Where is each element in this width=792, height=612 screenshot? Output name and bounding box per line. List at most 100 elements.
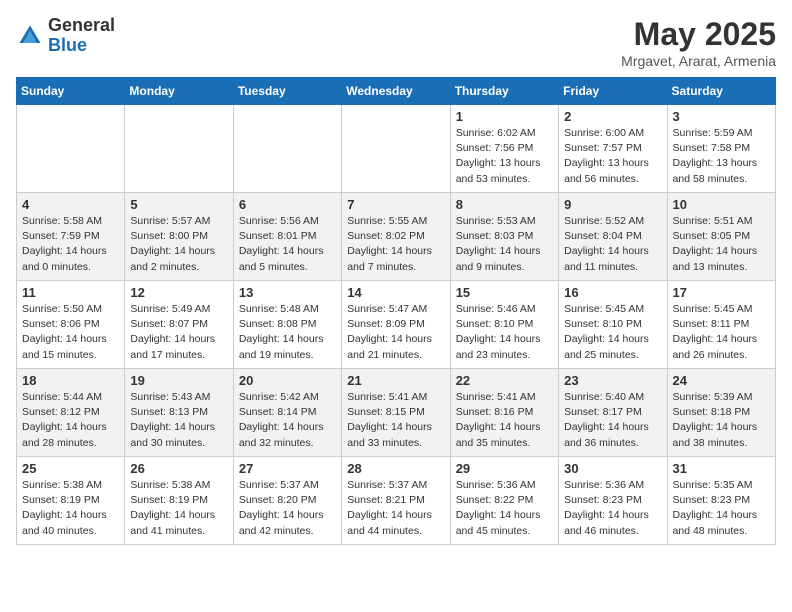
calendar-cell: 12 Sunrise: 5:49 AM Sunset: 8:07 PM Dayli… [125,281,233,369]
calendar-cell: 9Sunrise: 5:52 AM Sunset: 8:04 PM Daylig… [559,193,667,281]
calendar-week-1: 1Sunrise: 6:02 AM Sunset: 7:56 PM Daylig… [17,105,776,193]
logo-text: General Blue [48,16,115,56]
calendar-cell [233,105,341,193]
calendar-cell: 1Sunrise: 6:02 AM Sunset: 7:56 PM Daylig… [450,105,558,193]
calendar-cell: 6Sunrise: 5:56 AM Sunset: 8:01 PM Daylig… [233,193,341,281]
day-number: 24 [673,373,770,388]
day-info: Sunrise: 5:39 AM Sunset: 8:18 PM Dayligh… [673,390,770,451]
day-number: 25 [22,461,119,476]
day-info: Sunrise: 5:45 AM Sunset: 8:11 PM Dayligh… [673,302,770,363]
calendar-cell: 10 Sunrise: 5:51 AM Sunset: 8:05 PM Dayli… [667,193,775,281]
calendar-cell: 25 Sunrise: 5:38 AM Sunset: 8:19 PM Dayli… [17,457,125,545]
calendar-cell: 7 Sunrise: 5:55 AM Sunset: 8:02 PM Daylig… [342,193,450,281]
day-number: 18 [22,373,119,388]
day-info: Sunrise: 5:59 AM Sunset: 7:58 PM Dayligh… [673,126,770,187]
day-info: Sunrise: 5:51 AM Sunset: 8:05 PM Dayligh… [673,214,770,275]
day-info: Sunrise: 5:40 AM Sunset: 8:17 PM Dayligh… [564,390,661,451]
day-number: 20 [239,373,336,388]
calendar-cell: 13 Sunrise: 5:48 AM Sunset: 8:08 PM Dayli… [233,281,341,369]
calendar-cell: 31 Sunrise: 5:35 AM Sunset: 8:23 PM Dayli… [667,457,775,545]
day-number: 5 [130,197,227,212]
title-block: May 2025 Mrgavet, Ararat, Armenia [621,16,776,69]
day-info: Sunrise: 5:35 AM Sunset: 8:23 PM Dayligh… [673,478,770,539]
day-info: Sunrise: 6:00 AM Sunset: 7:57 PM Dayligh… [564,126,661,187]
day-number: 3 [673,109,770,124]
calendar-table: Sunday Monday Tuesday Wednesday Thursday… [16,77,776,545]
day-info: Sunrise: 5:37 AM Sunset: 8:20 PM Dayligh… [239,478,336,539]
calendar-cell: 28 Sunrise: 5:37 AM Sunset: 8:21 PM Dayli… [342,457,450,545]
day-number: 17 [673,285,770,300]
day-number: 4 [22,197,119,212]
calendar-cell: 27 Sunrise: 5:37 AM Sunset: 8:20 PM Dayli… [233,457,341,545]
calendar-cell: 3 Sunrise: 5:59 AM Sunset: 7:58 PM Daylig… [667,105,775,193]
col-tuesday: Tuesday [233,78,341,105]
calendar-cell: 5 Sunrise: 5:57 AM Sunset: 8:00 PM Daylig… [125,193,233,281]
day-number: 31 [673,461,770,476]
day-info: Sunrise: 5:57 AM Sunset: 8:00 PM Dayligh… [130,214,227,275]
day-info: Sunrise: 5:45 AM Sunset: 8:10 PM Dayligh… [564,302,661,363]
col-thursday: Thursday [450,78,558,105]
day-number: 13 [239,285,336,300]
calendar-cell: 24 Sunrise: 5:39 AM Sunset: 8:18 PM Dayli… [667,369,775,457]
calendar-week-3: 11Sunrise: 5:50 AM Sunset: 8:06 PM Dayli… [17,281,776,369]
calendar-cell: 4 Sunrise: 5:58 AM Sunset: 7:59 PM Daylig… [17,193,125,281]
day-info: Sunrise: 5:41 AM Sunset: 8:16 PM Dayligh… [456,390,553,451]
day-number: 14 [347,285,444,300]
calendar-cell: 15Sunrise: 5:46 AM Sunset: 8:10 PM Dayli… [450,281,558,369]
day-number: 26 [130,461,227,476]
calendar-cell: 29 Sunrise: 5:36 AM Sunset: 8:22 PM Dayli… [450,457,558,545]
calendar-cell: 11Sunrise: 5:50 AM Sunset: 8:06 PM Dayli… [17,281,125,369]
day-number: 2 [564,109,661,124]
day-number: 21 [347,373,444,388]
day-info: Sunrise: 6:02 AM Sunset: 7:56 PM Dayligh… [456,126,553,187]
day-number: 12 [130,285,227,300]
calendar-week-4: 18 Sunrise: 5:44 AM Sunset: 8:12 PM Dayli… [17,369,776,457]
day-number: 22 [456,373,553,388]
calendar-cell: 16 Sunrise: 5:45 AM Sunset: 8:10 PM Dayli… [559,281,667,369]
logo-general: General [48,16,115,36]
calendar-cell: 22 Sunrise: 5:41 AM Sunset: 8:16 PM Dayli… [450,369,558,457]
day-info: Sunrise: 5:37 AM Sunset: 8:21 PM Dayligh… [347,478,444,539]
day-info: Sunrise: 5:38 AM Sunset: 8:19 PM Dayligh… [130,478,227,539]
day-number: 28 [347,461,444,476]
calendar-cell: 23 Sunrise: 5:40 AM Sunset: 8:17 PM Dayli… [559,369,667,457]
calendar-cell [125,105,233,193]
day-number: 8 [456,197,553,212]
calendar-cell: 21Sunrise: 5:41 AM Sunset: 8:15 PM Dayli… [342,369,450,457]
calendar-cell [342,105,450,193]
day-info: Sunrise: 5:48 AM Sunset: 8:08 PM Dayligh… [239,302,336,363]
calendar-week-2: 4 Sunrise: 5:58 AM Sunset: 7:59 PM Daylig… [17,193,776,281]
calendar-cell: 30Sunrise: 5:36 AM Sunset: 8:23 PM Dayli… [559,457,667,545]
day-info: Sunrise: 5:36 AM Sunset: 8:22 PM Dayligh… [456,478,553,539]
month-title: May 2025 [621,16,776,53]
calendar-cell: 17 Sunrise: 5:45 AM Sunset: 8:11 PM Dayli… [667,281,775,369]
location-subtitle: Mrgavet, Ararat, Armenia [621,53,776,69]
day-number: 10 [673,197,770,212]
day-number: 29 [456,461,553,476]
day-number: 27 [239,461,336,476]
day-info: Sunrise: 5:49 AM Sunset: 8:07 PM Dayligh… [130,302,227,363]
day-info: Sunrise: 5:38 AM Sunset: 8:19 PM Dayligh… [22,478,119,539]
day-info: Sunrise: 5:44 AM Sunset: 8:12 PM Dayligh… [22,390,119,451]
col-saturday: Saturday [667,78,775,105]
day-number: 30 [564,461,661,476]
col-friday: Friday [559,78,667,105]
calendar-week-5: 25 Sunrise: 5:38 AM Sunset: 8:19 PM Dayli… [17,457,776,545]
day-info: Sunrise: 5:55 AM Sunset: 8:02 PM Dayligh… [347,214,444,275]
day-number: 19 [130,373,227,388]
day-info: Sunrise: 5:58 AM Sunset: 7:59 PM Dayligh… [22,214,119,275]
day-number: 16 [564,285,661,300]
calendar-cell: 8Sunrise: 5:53 AM Sunset: 8:03 PM Daylig… [450,193,558,281]
logo-blue: Blue [48,36,115,56]
day-number: 7 [347,197,444,212]
col-monday: Monday [125,78,233,105]
day-info: Sunrise: 5:42 AM Sunset: 8:14 PM Dayligh… [239,390,336,451]
day-info: Sunrise: 5:56 AM Sunset: 8:01 PM Dayligh… [239,214,336,275]
day-info: Sunrise: 5:47 AM Sunset: 8:09 PM Dayligh… [347,302,444,363]
day-number: 23 [564,373,661,388]
col-sunday: Sunday [17,78,125,105]
day-number: 15 [456,285,553,300]
calendar-cell: 26 Sunrise: 5:38 AM Sunset: 8:19 PM Dayli… [125,457,233,545]
calendar-cell: 18 Sunrise: 5:44 AM Sunset: 8:12 PM Dayli… [17,369,125,457]
col-wednesday: Wednesday [342,78,450,105]
